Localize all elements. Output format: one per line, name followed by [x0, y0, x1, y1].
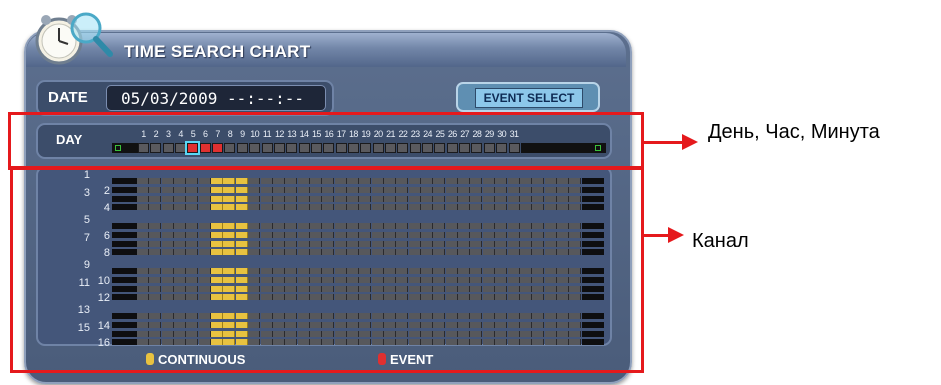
channel-arrow-line [644, 234, 670, 237]
date-field[interactable]: 05/03/2009 --:--:-- [106, 85, 326, 111]
channel-annotation: Канал [692, 230, 749, 252]
day-arrow-head [682, 134, 698, 150]
day-hour-minute-annotation: День, Час, Минута [708, 121, 880, 143]
title-bar [26, 33, 626, 67]
channel-chart-highlight [10, 166, 644, 373]
clock-magnifier-icon [35, 12, 113, 65]
date-label: DATE [48, 89, 88, 106]
day-row-highlight [8, 112, 644, 170]
day-arrow-line [644, 141, 684, 144]
channel-arrow-head [668, 227, 684, 243]
event-select-label: EVENT SELECT [475, 88, 583, 108]
event-select-button[interactable]: EVENT SELECT [456, 82, 600, 112]
window-title: TIME SEARCH CHART [124, 42, 311, 61]
